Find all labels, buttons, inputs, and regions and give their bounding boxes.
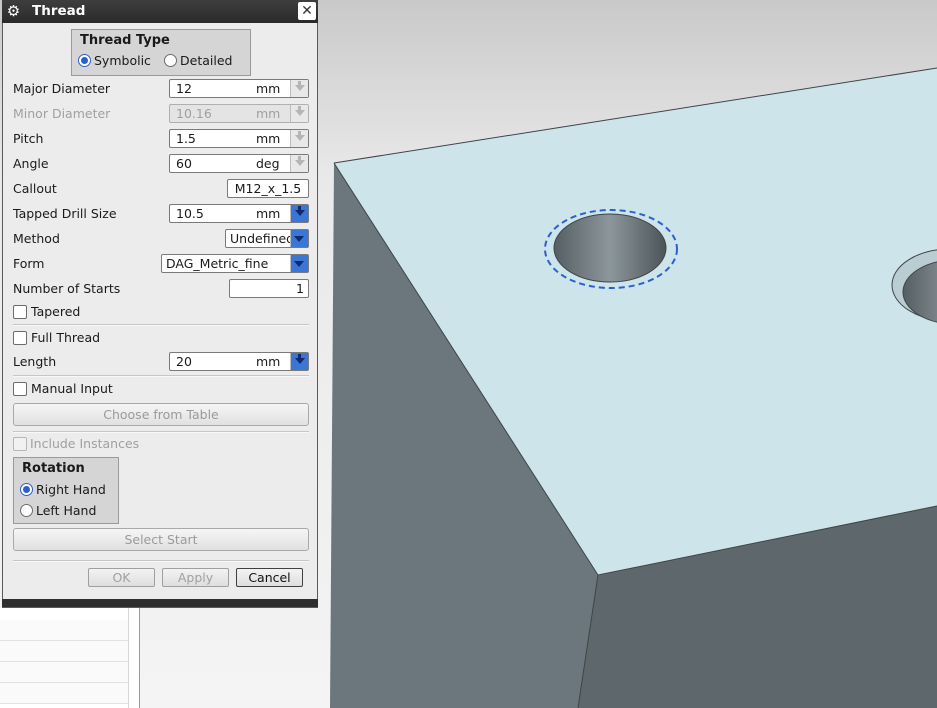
manual-input-checkbox[interactable]: [13, 382, 27, 396]
dialog-title: Thread: [32, 3, 86, 19]
tapered-checkbox[interactable]: [13, 305, 27, 319]
detailed-radio[interactable]: [164, 54, 177, 67]
list-row[interactable]: [0, 620, 128, 641]
hole-1[interactable]: [553, 213, 667, 283]
cancel-button[interactable]: Cancel: [236, 568, 303, 587]
pitch-unit[interactable]: mm: [256, 131, 280, 146]
gear-icon[interactable]: ⚙: [5, 3, 22, 20]
number-of-starts-label: Number of Starts: [13, 281, 121, 296]
left-hand-radio[interactable]: [20, 504, 33, 517]
symbolic-radio[interactable]: [78, 54, 91, 67]
list-row[interactable]: [0, 641, 128, 662]
tapped-drill-size-field[interactable]: 10.5 mm: [169, 204, 309, 223]
callout-label: Callout: [13, 181, 57, 196]
length-field[interactable]: 20 mm: [169, 352, 309, 371]
chevron-down-icon[interactable]: [290, 205, 308, 222]
form-label: Form: [13, 256, 45, 271]
separator: [13, 560, 309, 562]
thread-type-title: Thread Type: [80, 33, 170, 48]
major-diameter-unit[interactable]: mm: [256, 81, 280, 96]
number-of-starts-field[interactable]: 1: [229, 279, 309, 298]
include-instances-label: Include Instances: [30, 436, 140, 451]
thread-type-group: Thread Type Symbolic Detailed: [71, 29, 251, 76]
separator: [13, 324, 309, 326]
pitch-value[interactable]: 1.5: [176, 131, 196, 146]
manual-input-label[interactable]: Manual Input: [31, 381, 113, 397]
pitch-field[interactable]: 1.5 mm: [169, 129, 309, 148]
right-hand-radio[interactable]: [20, 483, 33, 496]
left-hand-label[interactable]: Left Hand: [36, 503, 96, 519]
thread-dialog: ⚙ Thread ✕ Thread Type Symbolic Detailed…: [2, 0, 318, 608]
form-select[interactable]: DAG_Metric_fine: [161, 254, 309, 273]
list-row[interactable]: [0, 662, 128, 683]
angle-unit[interactable]: deg: [256, 156, 280, 171]
major-diameter-value[interactable]: 12: [176, 81, 192, 96]
chevron-down-icon[interactable]: [290, 353, 308, 370]
chevron-down-icon[interactable]: [290, 230, 308, 247]
method-select[interactable]: Undefined: [225, 229, 309, 248]
pitch-label: Pitch: [13, 131, 44, 146]
dialog-bottom-bar: [2, 599, 318, 607]
navigator-panel: [0, 608, 140, 708]
angle-field[interactable]: 60 deg: [169, 154, 309, 173]
rotation-group: Rotation Right Hand Left Hand: [13, 457, 119, 524]
method-value[interactable]: Undefined: [230, 231, 294, 246]
rotation-title: Rotation: [22, 461, 85, 476]
separator: [13, 431, 309, 433]
apply-button[interactable]: Apply: [162, 568, 229, 587]
length-value[interactable]: 20: [176, 354, 192, 369]
chevron-down-icon[interactable]: [290, 130, 308, 147]
length-unit[interactable]: mm: [256, 354, 280, 369]
include-instances-checkbox: [13, 437, 27, 451]
method-label: Method: [13, 231, 60, 246]
dialog-titlebar[interactable]: ⚙ Thread ✕: [2, 0, 318, 23]
angle-label: Angle: [13, 156, 49, 171]
symbolic-label[interactable]: Symbolic: [94, 53, 151, 69]
chevron-down-icon[interactable]: [290, 80, 308, 97]
minor-diameter-field: 10.16 mm: [169, 104, 309, 123]
tapped-drill-size-value[interactable]: 10.5: [176, 206, 204, 221]
length-label: Length: [13, 354, 57, 369]
tapped-drill-size-unit[interactable]: mm: [256, 206, 280, 221]
major-diameter-field[interactable]: 12 mm: [169, 79, 309, 98]
callout-field[interactable]: M12_x_1.5: [227, 179, 309, 198]
chevron-down-icon[interactable]: [290, 255, 308, 272]
close-button[interactable]: ✕: [298, 2, 316, 20]
full-thread-label[interactable]: Full Thread: [31, 330, 100, 346]
choose-from-table-button[interactable]: Choose from Table: [13, 403, 309, 426]
right-hand-label[interactable]: Right Hand: [36, 482, 106, 498]
angle-value[interactable]: 60: [176, 156, 192, 171]
detailed-label[interactable]: Detailed: [180, 53, 232, 69]
select-start-button[interactable]: Select Start: [13, 528, 309, 551]
list-row[interactable]: [0, 683, 128, 704]
form-value[interactable]: DAG_Metric_fine: [166, 256, 268, 271]
chevron-down-icon[interactable]: [290, 155, 308, 172]
ok-button[interactable]: OK: [88, 568, 155, 587]
full-thread-checkbox[interactable]: [13, 331, 27, 345]
major-diameter-label: Major Diameter: [13, 81, 111, 96]
minor-diameter-label: Minor Diameter: [13, 106, 111, 121]
minor-diameter-unit: mm: [256, 106, 281, 121]
tapped-drill-size-label: Tapped Drill Size: [13, 206, 117, 221]
separator: [13, 375, 309, 377]
chevron-down-icon: [290, 105, 308, 122]
minor-diameter-value: 10.16: [176, 106, 212, 121]
tapered-label[interactable]: Tapered: [31, 304, 80, 320]
